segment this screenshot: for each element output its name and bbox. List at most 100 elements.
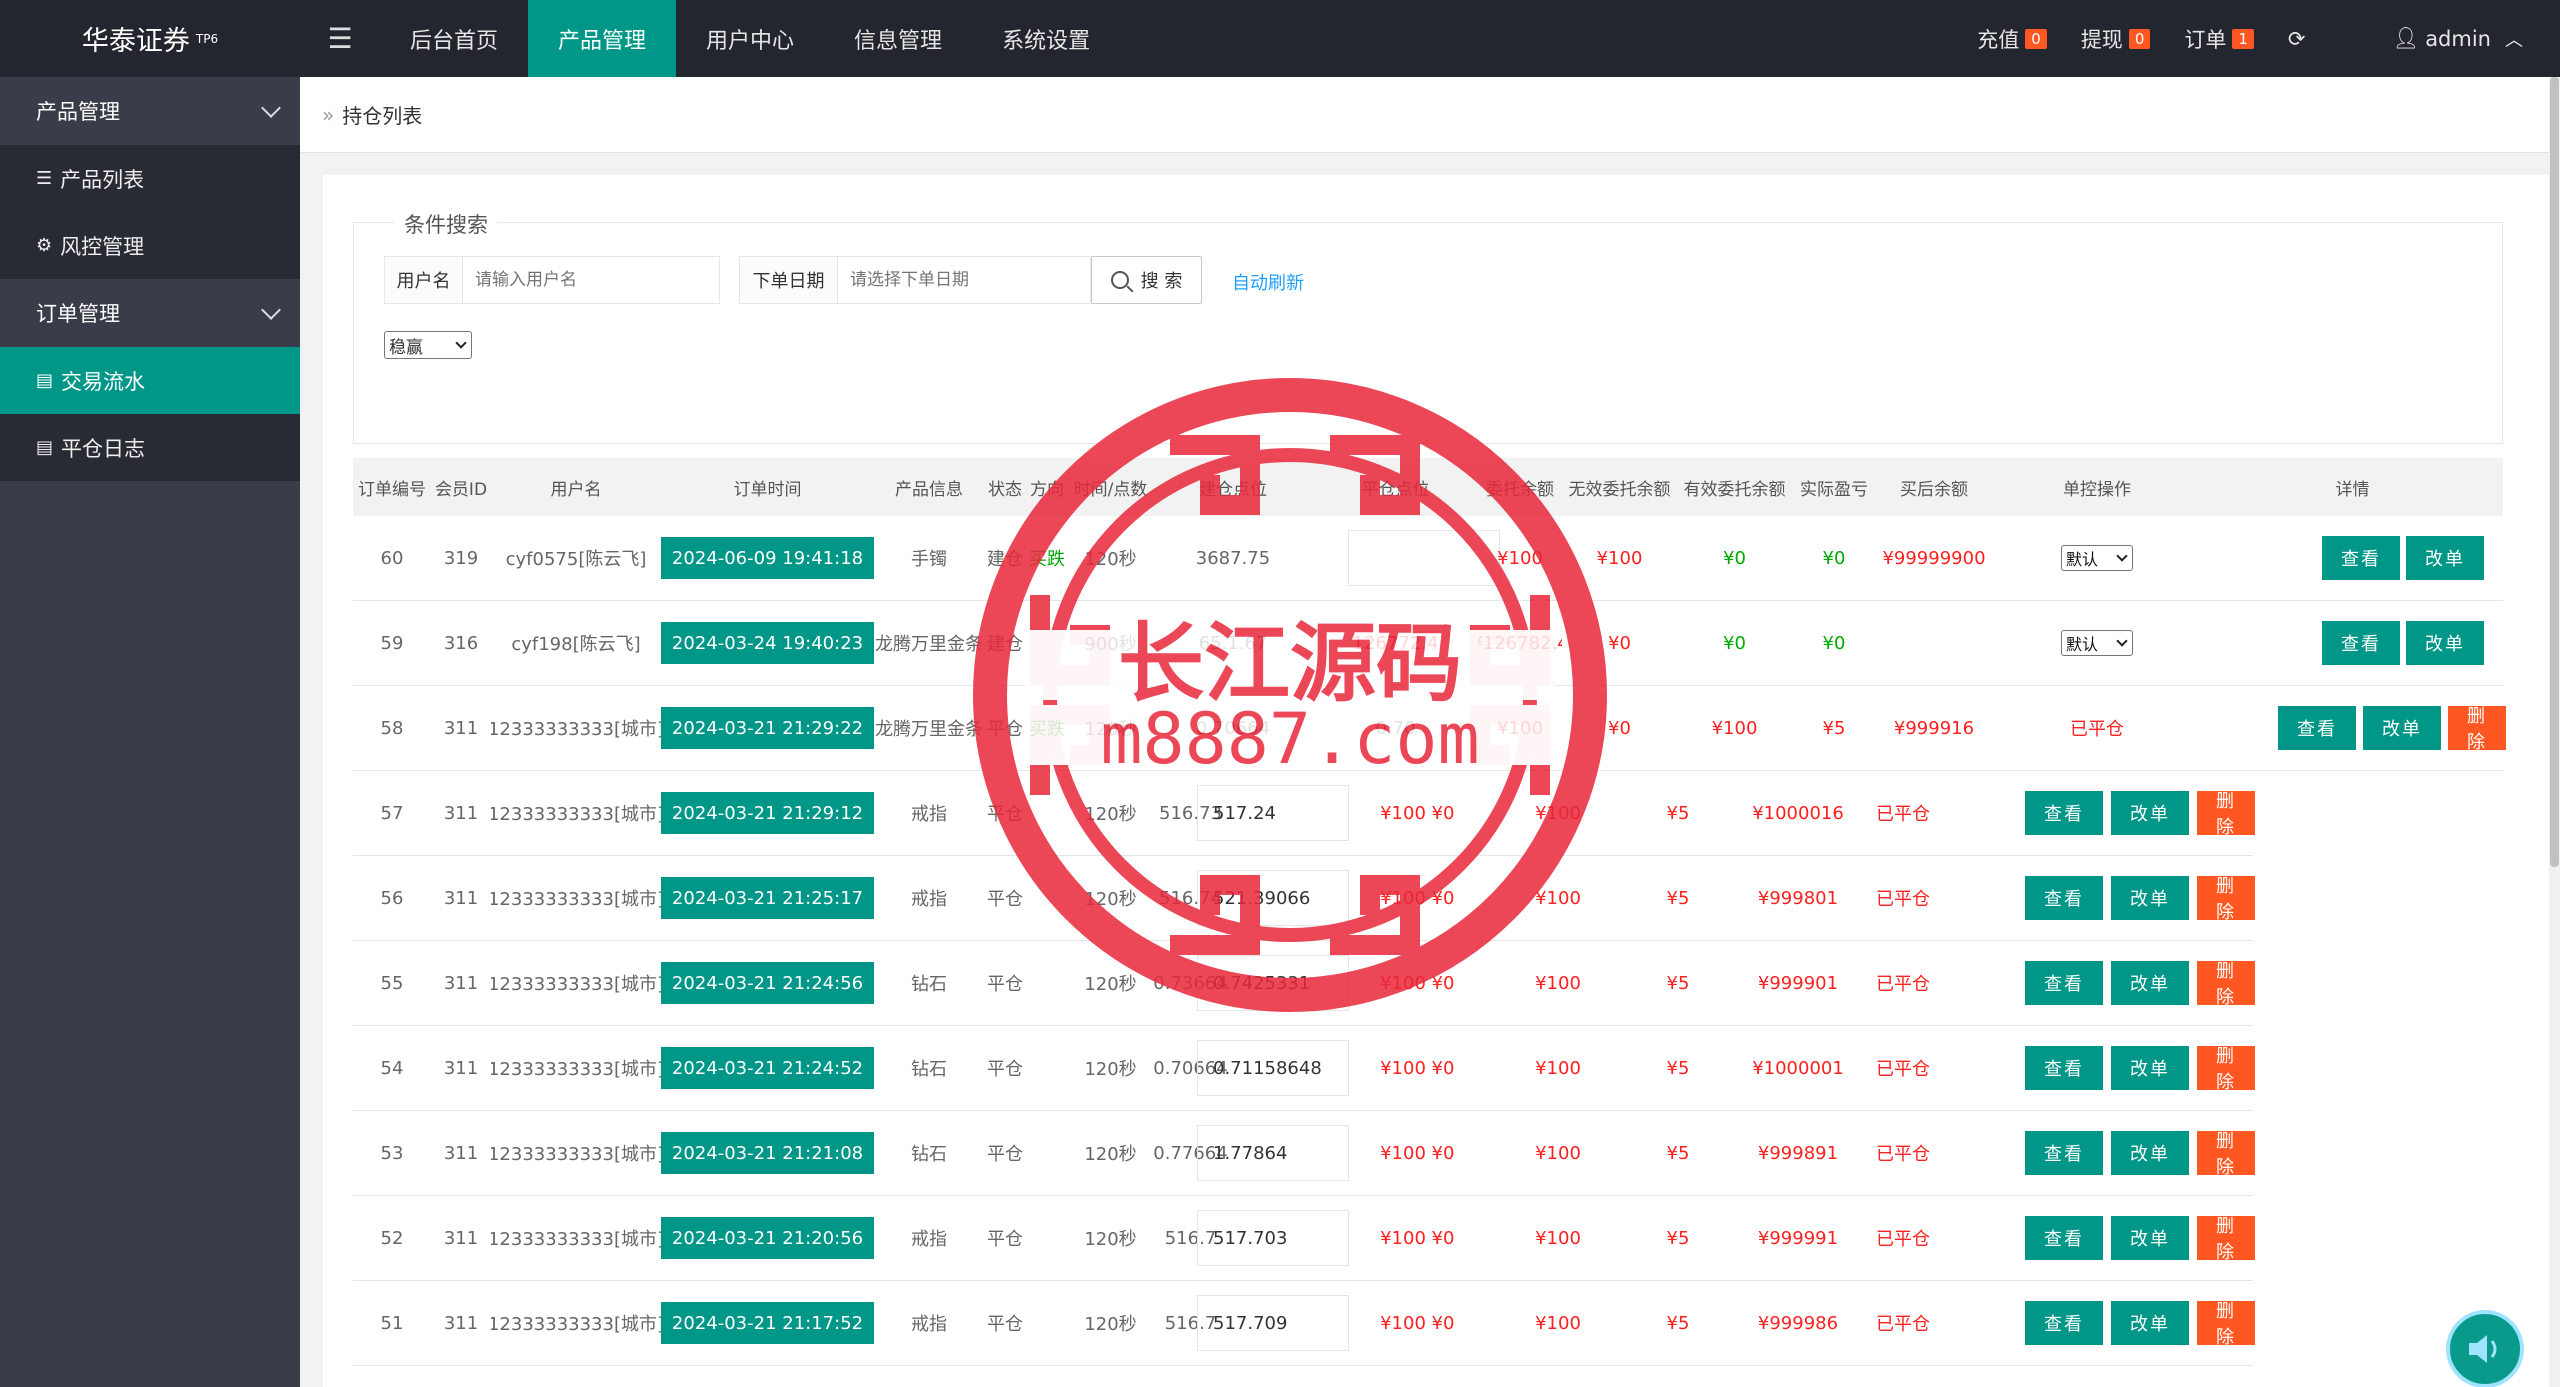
edit-order-button[interactable]: 改单: [2406, 536, 2484, 580]
table-row: 55 311 12333333333[城市] 2024-03-21 21:24:56 钻…: [353, 941, 2255, 1026]
table-row: 60 319 cyf0575[陈云飞] 2024-06-09 19:41:18 手镯 建仓…: [353, 516, 2503, 601]
sidebar-group-orders[interactable]: 订单管理: [0, 279, 300, 347]
view-button[interactable]: 查看: [2278, 706, 2356, 750]
cell-period: 120秒: [1084, 1144, 1137, 1165]
speaker-float-button[interactable]: [2446, 1310, 2524, 1387]
edit-order-button[interactable]: 改单: [2111, 1131, 2189, 1175]
delete-button[interactable]: 删除: [2197, 791, 2255, 838]
cell-product: 戒指: [911, 804, 947, 825]
control-select[interactable]: 默认: [2061, 545, 2133, 571]
chevron-down-icon: [2116, 635, 2128, 647]
sidebar-item-label: 平仓日志: [61, 436, 146, 461]
page-title: 持仓列表: [342, 104, 423, 128]
top-header: 华泰证券 TP6 ☰ 后台首页 产品管理 用户中心 信息管理 系统设置 充值 0 提…: [0, 0, 2560, 77]
delete-button[interactable]: 删除: [2197, 961, 2255, 1008]
cell-order-id: 54: [380, 1057, 404, 1079]
admin-menu[interactable]: 👤︎ admin ︿: [2323, 0, 2540, 77]
nav-info[interactable]: 信息管理: [824, 0, 972, 77]
col-valid: 有效委托余额: [1683, 479, 1786, 500]
scrollbar-thumb[interactable]: [2550, 77, 2559, 867]
chevron-down-icon: [261, 98, 281, 118]
table-row: 52 311 12333333333[城市] 2024-03-21 21:20:56 戒…: [353, 1196, 2255, 1281]
cell-after-balance: ¥99999900: [1882, 547, 1986, 569]
delete-button[interactable]: 删除: [2197, 1216, 2255, 1263]
username-input[interactable]: [463, 257, 719, 303]
view-button[interactable]: 查看: [2025, 1046, 2103, 1090]
view-button[interactable]: 查看: [2025, 1301, 2103, 1345]
recharge-link[interactable]: 充值 0: [1960, 0, 2064, 77]
cell-product: 龙腾万里金条: [875, 634, 983, 655]
refresh-icon[interactable]: ⟳: [2271, 0, 2323, 77]
control-select-value: 默认: [2066, 635, 2099, 654]
order-link[interactable]: 订单 1: [2167, 0, 2271, 77]
cell-username: 12333333333[城市]: [491, 719, 661, 740]
edit-order-button[interactable]: 改单: [2406, 621, 2484, 665]
view-button[interactable]: 查看: [2025, 791, 2103, 835]
nav-settings[interactable]: 系统设置: [972, 0, 1120, 77]
cell-direction: [1026, 941, 1068, 1025]
cell-close-price: 517.709: [1193, 1281, 1353, 1365]
nav-products[interactable]: 产品管理: [528, 0, 677, 77]
delete-button[interactable]: 删除: [2197, 1301, 2255, 1348]
delete-button[interactable]: 删除: [2197, 876, 2255, 923]
sidebar-item-close-log[interactable]: ▤ 平仓日志: [0, 414, 300, 481]
sidebar-item-product-list[interactable]: ☰ 产品列表: [0, 145, 300, 212]
close-price-box: 517.24: [1197, 785, 1349, 841]
cell-order-time: 2024-03-21 21:17:52: [661, 1281, 874, 1365]
page-scrollbar[interactable]: [2549, 77, 2560, 1387]
date-input[interactable]: [838, 257, 1090, 303]
cell-open-price: 0.70664: [1195, 717, 1271, 739]
delete-button[interactable]: 删除: [2197, 1046, 2255, 1093]
cell-username: 12333333333[城市]: [491, 889, 661, 910]
cell-invalid-amount: ¥0: [1431, 1057, 1455, 1079]
cell-after-balance: ¥1000001: [1752, 1057, 1844, 1079]
menu-toggle-icon[interactable]: ☰: [300, 0, 380, 77]
view-button[interactable]: 查看: [2322, 536, 2400, 580]
edit-order-button[interactable]: 改单: [2111, 1216, 2189, 1260]
cell-close-price: 521.39066: [1193, 856, 1353, 940]
cell-order-time: 2024-03-21 21:29:12: [661, 771, 874, 855]
cell-valid-amount: ¥100: [1535, 1142, 1581, 1164]
view-button[interactable]: 查看: [2025, 961, 2103, 1005]
view-button[interactable]: 查看: [2025, 1131, 2103, 1175]
cell-direction: [1026, 771, 1068, 855]
table-row: 59 316 cyf198[陈云飞] 2024-03-24 19:40:23 龙腾万里金…: [353, 601, 2503, 686]
date-group: 下单日期: [739, 256, 1091, 304]
search-button[interactable]: 搜 索: [1091, 256, 1202, 304]
filter-select[interactable]: 稳赢: [384, 331, 472, 359]
edit-order-button[interactable]: 改单: [2111, 961, 2189, 1005]
edit-order-button[interactable]: 改单: [2111, 876, 2189, 920]
table-row: 51 311 12333333333[城市] 2024-03-21 21:17:52 戒…: [353, 1281, 2255, 1366]
cell-status: 平仓: [987, 1059, 1023, 1080]
view-button[interactable]: 查看: [2025, 1216, 2103, 1260]
nav-users[interactable]: 用户中心: [676, 0, 824, 77]
col-after-balance: 买后余额: [1900, 479, 1968, 500]
auto-refresh-link[interactable]: 自动刷新: [1232, 269, 1304, 295]
order-time-badge: 2024-03-21 21:17:52: [661, 1302, 874, 1344]
view-button[interactable]: 查看: [2322, 621, 2400, 665]
withdraw-link[interactable]: 提现 0: [2064, 0, 2168, 77]
col-close-price: 平仓点位: [1361, 479, 1430, 500]
view-button[interactable]: 查看: [2025, 876, 2103, 920]
delete-button[interactable]: 删除: [2197, 1131, 2255, 1178]
control-select[interactable]: 默认: [2061, 630, 2133, 656]
sidebar-group-products[interactable]: 产品管理: [0, 77, 300, 145]
col-invalid: 无效委托余额: [1568, 479, 1671, 500]
control-select-value: 默认: [2066, 550, 2099, 569]
cell-status: 平仓: [987, 1314, 1023, 1335]
cell-direction: [1026, 1111, 1068, 1195]
edit-order-button[interactable]: 改单: [2111, 1301, 2189, 1345]
cell-order-id: 60: [380, 547, 404, 569]
cell-username: 12333333333[城市]: [491, 1059, 661, 1080]
edit-order-button[interactable]: 改单: [2111, 1046, 2189, 1090]
sidebar-item-risk[interactable]: ⚙ 风控管理: [0, 212, 300, 279]
sidebar-item-transactions[interactable]: ▤ 交易流水: [0, 347, 300, 414]
edit-order-button[interactable]: 改单: [2363, 706, 2441, 750]
cell-period: 120秒: [1084, 974, 1137, 995]
cell-order-id: 56: [380, 887, 404, 909]
logo[interactable]: 华泰证券 TP6: [0, 0, 300, 77]
nav-home[interactable]: 后台首页: [380, 0, 528, 77]
cell-status: 平仓: [987, 719, 1023, 740]
delete-button[interactable]: 删除: [2448, 706, 2506, 753]
edit-order-button[interactable]: 改单: [2111, 791, 2189, 835]
